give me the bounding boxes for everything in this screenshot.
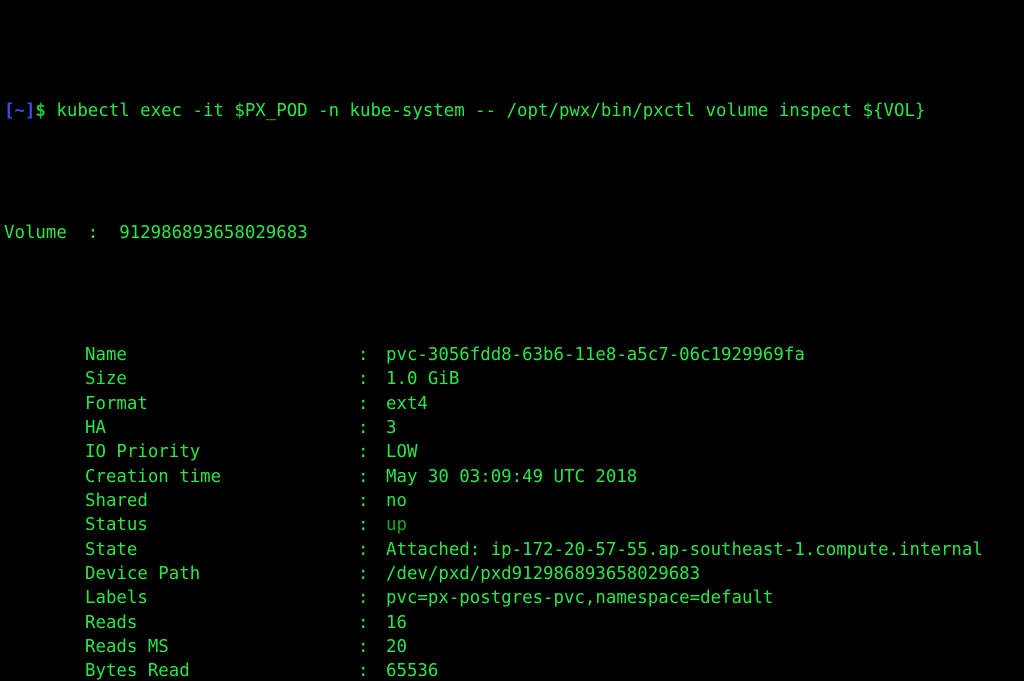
detail-row: Size:1.0 GiB — [0, 367, 1024, 391]
detail-row-separator: : — [358, 588, 369, 609]
detail-row-value: 20 — [386, 636, 407, 657]
detail-row-separator: : — [358, 636, 369, 657]
command-text: kubectl exec -it $PX_POD -n kube-system … — [45, 101, 926, 122]
detail-row-separator: : — [358, 417, 369, 438]
volume-header-gap — [98, 223, 119, 243]
volume-header-value: 912986893658029683 — [119, 223, 308, 244]
detail-row: Status: up — [0, 513, 1024, 537]
detail-row-value: 65536 — [386, 661, 439, 681]
detail-row-value: 3 — [386, 417, 397, 438]
detail-row-value: LOW — [386, 442, 418, 463]
detail-row-label: HA — [85, 417, 106, 438]
prompt-path: [~] — [4, 101, 36, 122]
detail-row-value: 1.0 GiB — [386, 369, 460, 390]
detail-row-value: pvc-3056fdd8-63b6-11e8-a5c7-06c1929969fa — [386, 344, 805, 365]
detail-row-label: Size — [85, 369, 127, 390]
detail-row-separator: : — [358, 661, 369, 681]
detail-row: State: Attached: ip-172-20-57-55.ap-south… — [0, 538, 1024, 562]
detail-row-value: /dev/pxd/pxd912986893658029683 — [386, 563, 701, 584]
detail-row-value: up — [386, 515, 407, 536]
detail-row: Creation time: May 30 03:09:49 UTC 2018 — [0, 465, 1024, 489]
detail-row-value: Attached: ip-172-20-57-55.ap-southeast-1… — [386, 539, 983, 560]
detail-row: Shared: no — [0, 489, 1024, 513]
detail-row: HA:3 — [0, 416, 1024, 440]
detail-row: Reads MS:20 — [0, 635, 1024, 659]
detail-row: Reads:16 — [0, 611, 1024, 635]
detail-row-label: Device Path — [85, 563, 201, 584]
detail-row-label: Status — [85, 515, 148, 536]
detail-row-label: Creation time — [85, 466, 222, 487]
detail-row-separator: : — [358, 539, 369, 560]
detail-row-separator: : — [358, 344, 369, 365]
volume-header-line: Volume : 912986893658029683 — [0, 221, 1024, 245]
detail-row-label: Bytes Read — [85, 661, 190, 681]
detail-row-label: Reads — [85, 612, 138, 633]
detail-row: Labels: pvc=px-postgres-pvc,namespace=def… — [0, 586, 1024, 610]
detail-row-label: Shared — [85, 490, 148, 511]
detail-row: Device Path: /dev/pxd/pxd9129868936580296… — [0, 562, 1024, 586]
detail-row-value: 16 — [386, 612, 407, 633]
detail-row: Bytes Read:65536 — [0, 659, 1024, 681]
volume-header-sep: : — [87, 223, 99, 244]
detail-row-label: State — [85, 539, 138, 560]
volume-header-label: Volume — [4, 223, 67, 244]
detail-row-separator: : — [358, 393, 369, 414]
detail-row-value: no — [386, 490, 407, 511]
command-line: [~]$ kubectl exec -it $PX_POD -n kube-sy… — [0, 99, 1024, 123]
detail-row-label: Reads MS — [85, 636, 169, 657]
detail-row-separator: : — [358, 612, 369, 633]
detail-row-label: Format — [85, 393, 148, 414]
volume-detail-rows: Name: pvc-3056fdd8-63b6-11e8-a5c7-06c1929… — [0, 343, 1024, 681]
detail-row: Format: ext4 — [0, 392, 1024, 416]
detail-row-label: IO Priority — [85, 442, 201, 463]
detail-row: Name: pvc-3056fdd8-63b6-11e8-a5c7-06c1929… — [0, 343, 1024, 367]
detail-row-value: May 30 03:09:49 UTC 2018 — [386, 466, 638, 487]
detail-row-separator: : — [358, 442, 369, 463]
detail-row-value: ext4 — [386, 393, 428, 414]
volume-header-spacer — [67, 223, 88, 243]
detail-row-separator: : — [358, 563, 369, 584]
detail-row-separator: : — [358, 466, 369, 487]
detail-row: IO Priority: LOW — [0, 440, 1024, 464]
detail-row-separator: : — [358, 515, 369, 536]
detail-row-value: pvc=px-postgres-pvc,namespace=default — [386, 588, 774, 609]
detail-row-label: Name — [85, 344, 127, 365]
terminal-window[interactable]: [~]$ kubectl exec -it $PX_POD -n kube-sy… — [0, 0, 1024, 681]
prompt-sign: $ — [35, 101, 46, 122]
detail-row-label: Labels — [85, 588, 148, 609]
detail-row-separator: : — [358, 490, 369, 511]
detail-row-separator: : — [358, 369, 369, 390]
